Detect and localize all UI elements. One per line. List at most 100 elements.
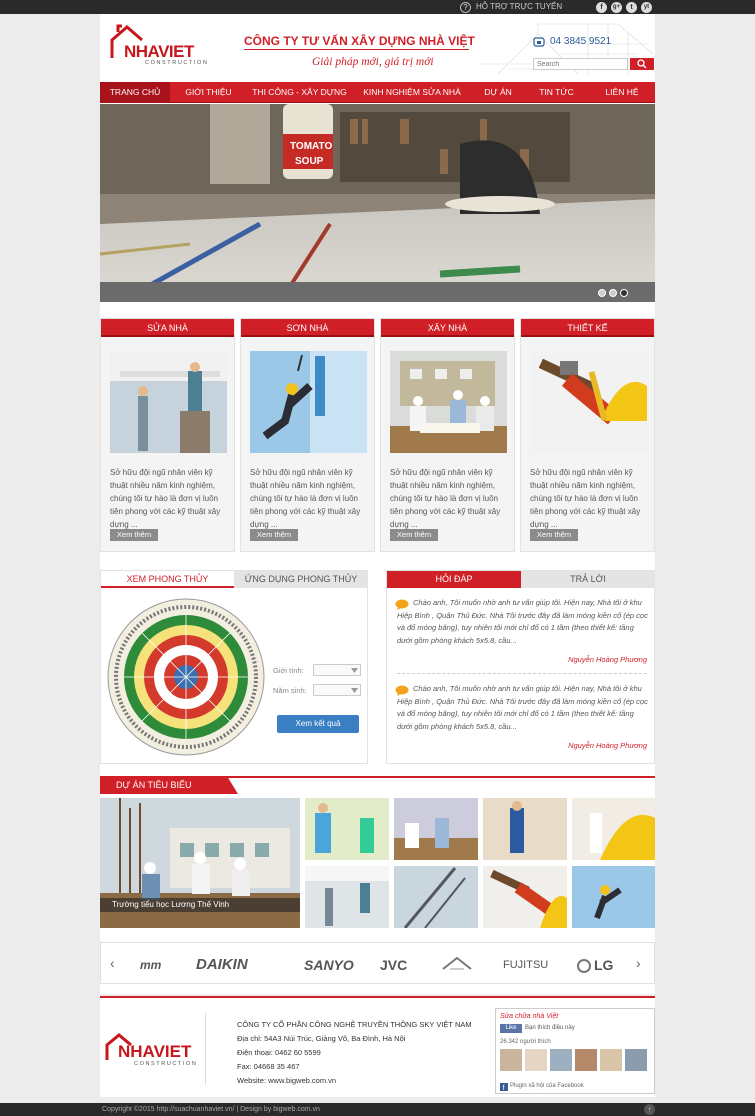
brand-logo-lg[interactable]: LG: [577, 957, 614, 974]
category-panel-painting: SƠN NHÀ Sở hữu đội ngũ nhân viên kỹ thuậ…: [240, 318, 375, 552]
fb-like-button[interactable]: Like: [500, 1024, 522, 1033]
svg-text:f: f: [503, 1085, 505, 1091]
hero-image: TOMATO SOUP: [100, 104, 655, 302]
header-divider: [244, 49, 469, 50]
header-building-sketch: [478, 23, 655, 75]
faq-question[interactable]: Chào anh, Tôi muốn nhờ anh tư vấn giúp t…: [397, 597, 649, 647]
phone-icon: [533, 37, 545, 47]
faq-author: Nguyễn Hoàng Phương: [568, 655, 647, 664]
facebook-icon[interactable]: f: [596, 2, 607, 13]
project-featured[interactable]: Trường tiểu học Lương Thế Vinh: [100, 798, 300, 928]
category-title[interactable]: THIẾT KẾ: [521, 319, 654, 337]
brand-logo-sanyo[interactable]: SANYO: [304, 957, 354, 973]
slider-dot-3[interactable]: [620, 289, 628, 297]
scroll-top-icon[interactable]: ↑: [644, 1104, 655, 1115]
footer-logo-subtext: CONSTRUCTION: [134, 1061, 198, 1067]
twitter-icon[interactable]: t: [626, 2, 637, 13]
read-more-button[interactable]: Xem thêm: [250, 529, 298, 541]
copyright-bar: Copyright ©2015 http://suachuanhaviet.vn…: [0, 1103, 755, 1116]
category-title[interactable]: XÂY NHÀ: [381, 319, 514, 337]
search-button[interactable]: [630, 58, 654, 70]
search-input[interactable]: [533, 58, 628, 70]
gender-select[interactable]: [313, 664, 361, 676]
footer-website[interactable]: Website: www.bigweb.com.vn: [237, 1074, 336, 1088]
hero-slider[interactable]: TOMATO SOUP: [100, 104, 655, 302]
footer-company: CÔNG TY CỔ PHẦN CÔNG NGHỆ TRUYỀN THÔNG S…: [237, 1020, 472, 1029]
google-plus-icon[interactable]: g+: [611, 2, 622, 13]
copyright-text: Copyright ©2015 http://suachuanhaviet.vn…: [102, 1106, 320, 1113]
fb-fan-avatars: [500, 1049, 647, 1071]
online-support-link[interactable]: ? HỖ TRỢ TRỰC TUYẾN: [460, 1, 562, 13]
tab-questions[interactable]: HỎI ĐÁP: [387, 571, 521, 588]
read-more-button[interactable]: Xem thêm: [390, 529, 438, 541]
nav-repair-experience[interactable]: KINH NGHIỆM SỬA NHÀ: [352, 82, 472, 103]
read-more-button[interactable]: Xem thêm: [530, 529, 578, 541]
fengshui-box: XEM PHONG THỦY ỨNG DỤNG PHONG THỦY Giới …: [100, 570, 368, 764]
slider-dot-1[interactable]: [598, 289, 606, 297]
fb-like-count: 26.342 người thích: [500, 1039, 551, 1045]
company-name: CÔNG TY TƯ VẤN XÂY DỰNG NHÀ VIỆT: [244, 34, 475, 48]
birth-year-label: Năm sinh:: [273, 686, 307, 695]
category-panel-repair: SỬA NHÀ Sở hữu đội ngũ nhân viên kỹ thuậ…: [100, 318, 235, 552]
nav-projects[interactable]: DỰ ÁN: [472, 82, 524, 103]
category-title[interactable]: SỬA NHÀ: [101, 319, 234, 337]
category-description: Sở hữu đội ngũ nhân viên kỹ thuật nhiều …: [250, 468, 361, 529]
nav-contact[interactable]: LIÊN HỆ: [589, 82, 655, 103]
youtube-icon[interactable]: yt: [641, 2, 652, 13]
brand-logo-fujitsu[interactable]: FUJITSU: [503, 957, 548, 973]
facebook-widget: Sửa chữa nhà Việt Like Bạn thích điều nà…: [495, 1008, 655, 1094]
tab-fengshui-view[interactable]: XEM PHONG THỦY: [101, 571, 234, 588]
category-image[interactable]: [390, 351, 507, 453]
partner-carousel: [100, 942, 655, 984]
nav-news[interactable]: TIN TỨC: [524, 82, 589, 103]
category-image[interactable]: [110, 351, 227, 453]
tab-fengshui-app[interactable]: ỨNG DỤNG PHONG THỦY: [234, 571, 368, 588]
brand-logo-house[interactable]: [441, 955, 473, 973]
category-panel-design: THIẾT KẾ Sở hữu đội ngũ nhân viên kỹ thu…: [520, 318, 655, 552]
header: NHAVIET CONSTRUCTION CÔNG TY TƯ VẤN XÂY …: [100, 14, 655, 82]
main-nav: TRANG CHỦ GIỚI THIỆU THI CÔNG - XÂY DỰNG…: [100, 82, 655, 103]
footer-fax: Fax: 04668 35 467: [237, 1062, 300, 1071]
facebook-icon: f: [500, 1083, 508, 1091]
nav-about[interactable]: GIỚI THIỆU: [170, 82, 247, 103]
project-featured-caption: Trường tiểu học Lương Thế Vinh: [100, 898, 300, 912]
fb-plugin-text: Plugin xã hội của Facebook: [510, 1083, 584, 1089]
faq-author: Nguyễn Hoàng Phương: [568, 741, 647, 750]
tab-answers[interactable]: TRẢ LỜI: [521, 571, 655, 588]
footer-logo-text[interactable]: NHAVIET: [118, 1042, 191, 1062]
carousel-prev-icon[interactable]: ‹: [110, 955, 115, 971]
view-result-button[interactable]: Xem kết quả: [277, 715, 359, 733]
faq-box: HỎI ĐÁP TRẢ LỜI Chào anh, Tôi muốn nhờ a…: [386, 570, 655, 764]
fb-page-name[interactable]: Sửa chữa nhà Việt: [500, 1013, 558, 1020]
category-title[interactable]: SƠN NHÀ: [241, 319, 374, 337]
category-description: Sở hữu đội ngũ nhân viên kỹ thuật nhiều …: [110, 468, 221, 529]
project-thumbnail-grid[interactable]: [305, 798, 655, 928]
footer-phone: Điện thoại: 0462 60 5599: [237, 1048, 321, 1057]
category-image[interactable]: [250, 351, 367, 453]
birth-year-select[interactable]: [313, 684, 361, 696]
category-image[interactable]: [530, 351, 647, 453]
nav-home[interactable]: TRANG CHỦ: [100, 82, 170, 103]
slogan: Giải pháp mới, giá trị mới: [312, 56, 434, 68]
read-more-button[interactable]: Xem thêm: [110, 529, 158, 541]
faq-question[interactable]: Chào anh, Tôi muốn nhờ anh tư vấn giúp t…: [397, 683, 649, 733]
brand-logo-jvc[interactable]: JVC: [380, 957, 407, 973]
fengshui-compass: [107, 598, 265, 756]
nav-construction[interactable]: THI CÔNG - XÂY DỰNG: [247, 82, 352, 103]
category-description: Sở hữu đội ngũ nhân viên kỹ thuật nhiều …: [390, 468, 501, 529]
question-icon: ?: [460, 2, 471, 13]
footer-divider: [205, 1013, 206, 1085]
slider-dot-2[interactable]: [609, 289, 617, 297]
brand-logo-mm[interactable]: mm: [140, 957, 161, 973]
carousel-next-icon[interactable]: ›: [636, 955, 641, 971]
logo-text[interactable]: NHAVIET: [124, 42, 194, 62]
category-panel-building: XÂY NHÀ Sở hữu đội ngũ nhân viên kỹ thuậ…: [380, 318, 515, 552]
gender-label: Giới tính:: [273, 666, 304, 675]
top-bar: ? HỖ TRỢ TRỰC TUYẾN f g+ t yt: [0, 0, 755, 14]
brand-logo-daikin[interactable]: DAIKIN: [196, 957, 248, 973]
category-description: Sở hữu đội ngũ nhân viên kỹ thuật nhiều …: [530, 468, 641, 529]
logo-subtext: CONSTRUCTION: [145, 60, 209, 66]
brand-logo-lg-text: LG: [594, 957, 614, 973]
svg-text:TOMATO: TOMATO: [290, 141, 332, 152]
svg-text:SOUP: SOUP: [295, 156, 324, 167]
